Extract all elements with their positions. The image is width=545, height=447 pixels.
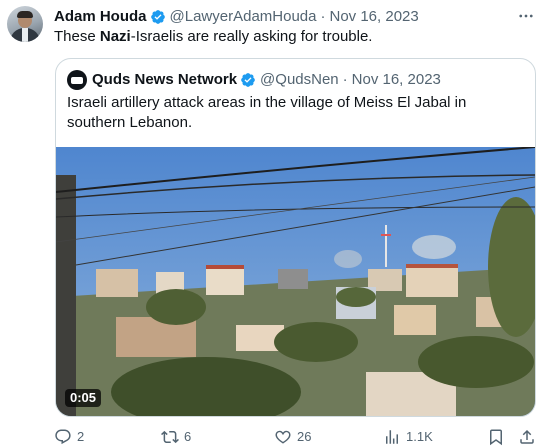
quoted-author-name: Quds News Network <box>92 71 238 88</box>
views-button[interactable]: 1.1K <box>383 427 433 447</box>
verified-icon <box>241 73 255 87</box>
like-count: 26 <box>297 429 312 444</box>
like-icon <box>275 430 291 444</box>
quoted-handle: @QudsNen <box>260 71 339 88</box>
verified-icon <box>150 10 165 24</box>
repost-icon <box>161 430 179 444</box>
avatar[interactable] <box>7 6 43 42</box>
quoted-avatar <box>67 70 87 90</box>
author-name[interactable]: Adam Houda <box>54 7 147 27</box>
share-button[interactable] <box>518 427 536 447</box>
repost-button[interactable]: 6 <box>161 427 191 447</box>
quoted-date: Nov 16, 2023 <box>351 71 441 88</box>
separator: · <box>320 8 326 25</box>
bookmark-button[interactable] <box>487 427 505 447</box>
reply-count: 2 <box>77 429 85 444</box>
repost-count: 6 <box>184 429 192 444</box>
views-count: 1.1K <box>406 429 433 444</box>
tweet-header: Adam Houda @LawyerAdamHouda · Nov 16, 20… <box>54 7 505 27</box>
reply-button[interactable]: 2 <box>54 427 84 447</box>
tweet[interactable]: Adam Houda @LawyerAdamHouda · Nov 16, 20… <box>0 0 545 447</box>
tweet-date[interactable]: Nov 16, 2023 <box>329 7 418 27</box>
tweet-text: These Nazi-Israelis are really asking fo… <box>54 28 373 45</box>
video-player[interactable]: 0:05 <box>56 147 535 416</box>
like-button[interactable]: 26 <box>274 427 311 447</box>
video-timestamp: 0:05 <box>65 389 102 407</box>
views-icon <box>386 430 398 444</box>
action-bar: 2 6 26 1.1K <box>54 427 539 447</box>
share-icon <box>520 429 534 444</box>
reply-icon <box>55 429 71 445</box>
quoted-tweet[interactable]: Quds News Network @QudsNen · Nov 16, 202… <box>55 58 536 417</box>
bold-word: Nazi <box>99 28 131 45</box>
separator: · <box>342 71 348 88</box>
more-icon[interactable] <box>517 7 535 25</box>
video-frame <box>56 147 535 416</box>
bookmark-icon <box>490 429 502 446</box>
quoted-text: Israeli artillery attack areas in the vi… <box>67 94 467 131</box>
author-handle[interactable]: @LawyerAdamHouda <box>170 7 317 27</box>
quoted-header: Quds News Network @QudsNen · Nov 16, 202… <box>67 70 441 90</box>
